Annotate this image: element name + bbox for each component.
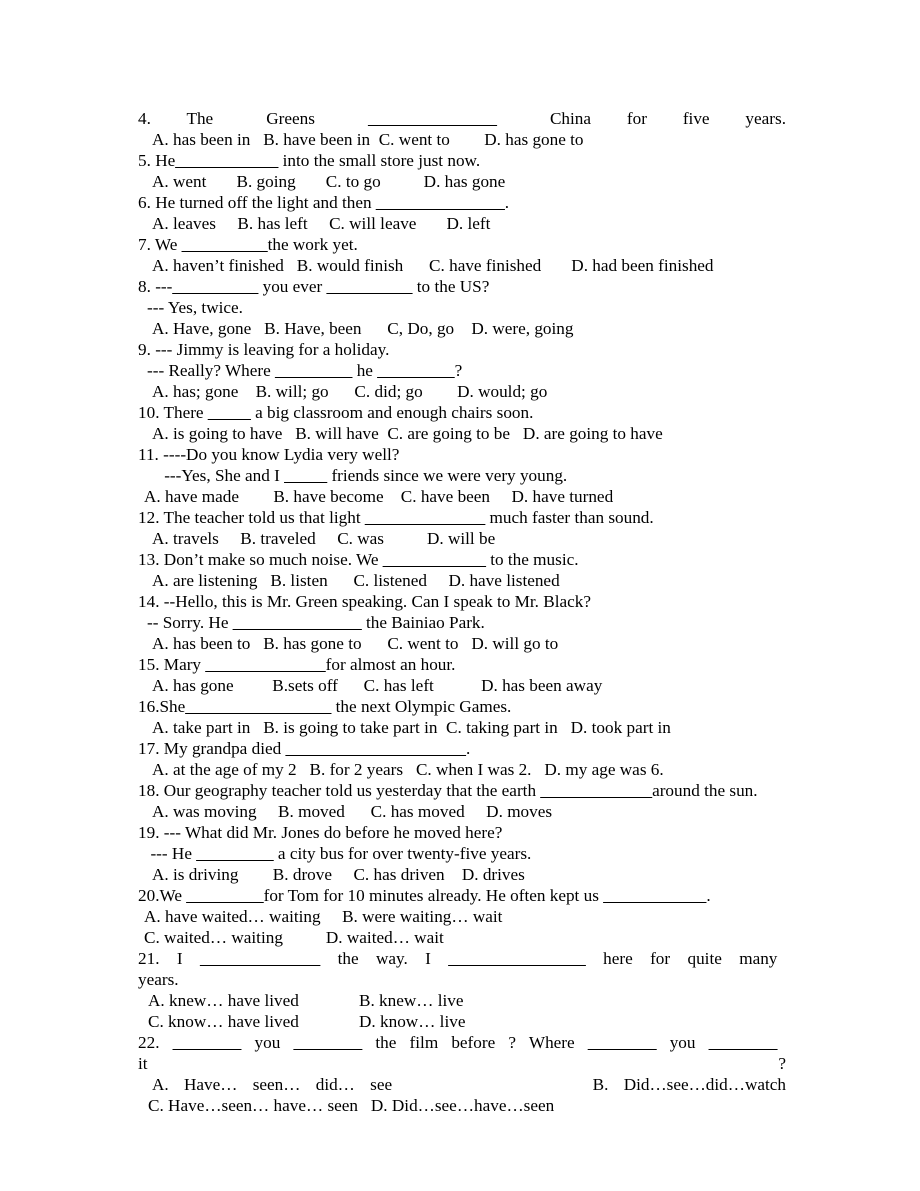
answer-blank: _____________________ bbox=[285, 739, 466, 758]
question-options: A. Have, gone B. Have, been C, Do, go D.… bbox=[152, 319, 574, 338]
question-options: A. knew… have lived B. knew… live bbox=[148, 991, 464, 1010]
answer-blank: _____ bbox=[284, 466, 328, 485]
answer-blank: ________ bbox=[708, 1033, 778, 1052]
question-stem: 19. --- What did Mr. Jones do before he … bbox=[138, 823, 503, 842]
question-6: 6. He turned off the light and then ____… bbox=[138, 192, 786, 234]
question-options: A. travels B. traveled C. was D. will be bbox=[152, 529, 496, 548]
question-reply: --- Yes, twice. bbox=[147, 298, 243, 317]
answer-blank: ______________ bbox=[364, 508, 486, 527]
question-7: 7. We __________the work yet. A. haven’t… bbox=[138, 234, 786, 276]
question-stem: 15. Mary ______________for almost an hou… bbox=[138, 655, 456, 674]
question-12: 12. The teacher told us that light _____… bbox=[138, 507, 786, 549]
document-page: 4. The Greens _______________ China for … bbox=[0, 0, 920, 1191]
answer-blank: _________________ bbox=[185, 697, 332, 716]
question-stem: 18. Our geography teacher told us yester… bbox=[138, 781, 758, 800]
question-options: A. has gone B.sets off C. has left D. ha… bbox=[152, 676, 603, 695]
answer-blank: __________ bbox=[172, 277, 259, 296]
question-14: 14. --Hello, this is Mr. Green speaking.… bbox=[138, 591, 786, 654]
question-stem: 10. There _____ a big classroom and enou… bbox=[138, 403, 534, 422]
question-options: A. is going to have B. will have C. are … bbox=[152, 424, 663, 443]
question-19: 19. --- What did Mr. Jones do before he … bbox=[138, 822, 786, 885]
question-20: 20.We _________for Tom for 10 minutes al… bbox=[138, 885, 786, 948]
question-options: C. Have…seen… have… seen D. Did…see…have… bbox=[148, 1096, 555, 1115]
question-options: A. at the age of my 2 B. for 2 years C. … bbox=[152, 760, 664, 779]
answer-blank: __________ bbox=[326, 277, 413, 296]
answer-blank: _______________ bbox=[232, 613, 362, 632]
answer-blank: _________ bbox=[275, 361, 353, 380]
question-stem: 22. ________ you ________ the film befor… bbox=[138, 1033, 791, 1073]
question-options: A. have made B. have become C. have been… bbox=[144, 487, 614, 506]
question-stem: 11. ----Do you know Lydia very well? bbox=[138, 445, 400, 464]
question-13: 13. Don’t make so much noise. We _______… bbox=[138, 549, 786, 591]
question-18: 18. Our geography teacher told us yester… bbox=[138, 780, 786, 822]
question-options: A. Have… seen… did… see B. Did…see…did…w… bbox=[152, 1075, 786, 1094]
answer-blank: ______________ bbox=[205, 655, 326, 674]
question-reply: -- Sorry. He _______________ the Bainiao… bbox=[147, 613, 485, 632]
answer-blank: ____________ bbox=[382, 550, 486, 569]
answer-blank: _________ bbox=[186, 886, 264, 905]
answer-blank: _______________ bbox=[375, 193, 505, 212]
answer-blank: ______________ bbox=[199, 949, 321, 968]
question-16: 16.She_________________ the next Olympic… bbox=[138, 696, 786, 738]
worksheet-body: 4. The Greens _______________ China for … bbox=[138, 108, 786, 1116]
question-reply: ---Yes, She and I _____ friends since we… bbox=[147, 466, 568, 485]
question-5: 5. He____________ into the small store j… bbox=[138, 150, 786, 192]
question-stem: 20.We _________for Tom for 10 minutes al… bbox=[138, 886, 711, 905]
question-options: A. has been in B. have been in C. went t… bbox=[152, 130, 584, 149]
question-stem: 5. He____________ into the small store j… bbox=[138, 151, 481, 170]
question-stem: 8. ---__________ you ever __________ to … bbox=[138, 277, 490, 296]
answer-blank: _________ bbox=[196, 844, 274, 863]
question-options: A. was moving B. moved C. has moved D. m… bbox=[152, 802, 553, 821]
question-stem: 13. Don’t make so much noise. We _______… bbox=[138, 550, 579, 569]
question-10: 10. There _____ a big classroom and enou… bbox=[138, 402, 786, 444]
question-stem: 14. --Hello, this is Mr. Green speaking.… bbox=[138, 592, 591, 611]
answer-blank: __________ bbox=[181, 235, 268, 254]
question-reply: --- He _________ a city bus for over twe… bbox=[147, 844, 532, 863]
answer-blank: _________ bbox=[377, 361, 455, 380]
question-stem: 7. We __________the work yet. bbox=[138, 235, 358, 254]
answer-blank: ________ bbox=[293, 1033, 363, 1052]
question-stem: 9. --- Jimmy is leaving for a holiday. bbox=[138, 340, 390, 359]
question-8: 8. ---__________ you ever __________ to … bbox=[138, 276, 786, 339]
question-options: A. leaves B. has left C. will leave D. l… bbox=[152, 214, 491, 233]
question-options: A. is driving B. drove C. has driven D. … bbox=[152, 865, 525, 884]
answer-blank: _____________ bbox=[540, 781, 653, 800]
question-17: 17. My grandpa died ____________________… bbox=[138, 738, 786, 780]
question-options: A. went B. going C. to go D. has gone bbox=[152, 172, 506, 191]
answer-blank: ____________ bbox=[603, 886, 707, 905]
question-reply: --- Really? Where _________ he _________… bbox=[147, 361, 463, 380]
question-stem: 4. The Greens _______________ China for … bbox=[138, 109, 786, 128]
question-21: 21. I ______________ the way. I ________… bbox=[138, 948, 786, 1032]
answer-blank: ________ bbox=[172, 1033, 242, 1052]
question-stem: 6. He turned off the light and then ____… bbox=[138, 193, 510, 212]
question-options: A. take part in B. is going to take part… bbox=[152, 718, 671, 737]
question-stem: 21. I ______________ the way. I ________… bbox=[138, 949, 791, 989]
question-options: A. haven’t finished B. would finish C. h… bbox=[152, 256, 714, 275]
question-options: C. know… have lived D. know… live bbox=[148, 1012, 466, 1031]
question-options: A. has; gone B. will; go C. did; go D. w… bbox=[152, 382, 548, 401]
question-options: A. are listening B. listen C. listened D… bbox=[152, 571, 560, 590]
question-9: 9. --- Jimmy is leaving for a holiday. -… bbox=[138, 339, 786, 402]
question-options: C. waited… waiting D. waited… wait bbox=[144, 928, 444, 947]
question-stem: 16.She_________________ the next Olympic… bbox=[138, 697, 512, 716]
question-options: A. has been to B. has gone to C. went to… bbox=[152, 634, 559, 653]
answer-blank: ________ bbox=[587, 1033, 657, 1052]
question-15: 15. Mary ______________for almost an hou… bbox=[138, 654, 786, 696]
question-4: 4. The Greens _______________ China for … bbox=[138, 108, 786, 150]
question-stem: 12. The teacher told us that light _____… bbox=[138, 508, 654, 527]
answer-blank: ____________ bbox=[175, 151, 279, 170]
question-11: 11. ----Do you know Lydia very well? ---… bbox=[138, 444, 786, 507]
question-stem: 17. My grandpa died ____________________… bbox=[138, 739, 471, 758]
answer-blank: _____ bbox=[207, 403, 251, 422]
question-options: A. have waited… waiting B. were waiting…… bbox=[144, 907, 503, 926]
question-22: 22. ________ you ________ the film befor… bbox=[138, 1032, 786, 1116]
answer-blank: ________________ bbox=[448, 949, 586, 968]
